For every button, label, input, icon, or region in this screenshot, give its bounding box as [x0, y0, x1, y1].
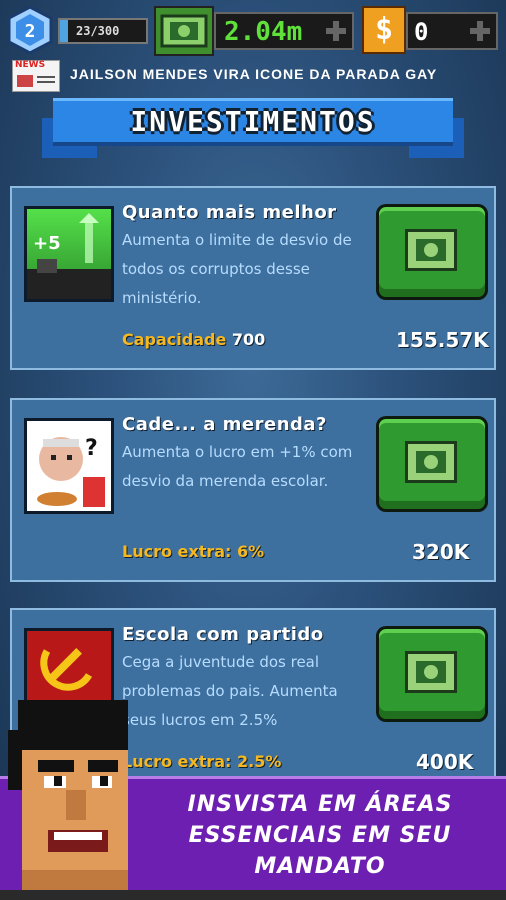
investment-card: ? Cade... a merenda? Aumenta o lucro em …: [10, 398, 496, 582]
investment-description: Cega a juventude dos real problemas do p…: [122, 653, 338, 729]
section-banner: INVESTIMENTOS: [53, 98, 453, 146]
level-badge-icon[interactable]: 2: [6, 6, 54, 54]
promo-text: INSVISTA EM ÁREAS ESSENCIAIS EM SEU MAND…: [150, 789, 490, 882]
investment-stat: Lucro extra: 2.5%: [122, 752, 281, 771]
level-number: 2: [25, 21, 36, 42]
investment-description: Aumenta o limite de desvio de todos os c…: [122, 231, 352, 307]
investment-thumbnail: ?: [24, 418, 114, 514]
cash-bundle-icon: [405, 441, 457, 483]
investment-price: 320K: [412, 540, 470, 564]
news-ticker: JAILSON MENDES VIRA ICONE DA PARADA GAY: [70, 66, 438, 82]
bottom-strip: [0, 890, 506, 900]
promo-line: MANDATO: [254, 854, 386, 879]
stat-label: Lucro extra:: [122, 752, 232, 771]
top-bar: 2 23/300 2.04m $ 0: [0, 0, 506, 60]
investment-title: Quanto mais melhor: [122, 202, 337, 223]
buy-button[interactable]: [376, 626, 488, 722]
news-label: NEWS: [15, 60, 46, 70]
stat-value: 700: [231, 330, 266, 349]
cash-bundle-icon: [405, 229, 457, 271]
character-face: [8, 700, 128, 890]
investment-description: Aumenta o lucro em +1% com desvio da mer…: [122, 443, 353, 490]
buy-button[interactable]: [376, 416, 488, 512]
stat-label: Capacidade: [122, 330, 227, 349]
investment-title: Cade... a merenda?: [122, 414, 327, 435]
coin-display: 0: [406, 12, 498, 50]
news-icon[interactable]: NEWS: [12, 60, 60, 92]
plus-icon[interactable]: [468, 19, 492, 43]
svg-text:?: ?: [85, 436, 98, 461]
investment-thumbnail: +5: [24, 206, 114, 302]
investment-title: Escola com partido: [122, 624, 324, 645]
xp-value: 23/300: [76, 24, 120, 38]
stat-label: Lucro extra:: [122, 542, 232, 561]
cash-value: 2.04m: [224, 17, 303, 47]
stat-value: 2.5%: [237, 752, 282, 771]
investment-card: +5 Quanto mais melhor Aumenta o limite d…: [10, 186, 496, 370]
buy-button[interactable]: [376, 204, 488, 300]
plus-icon[interactable]: [324, 19, 348, 43]
cash-icon: [154, 6, 214, 56]
coin-value: 0: [414, 18, 429, 46]
investment-price: 400K: [416, 750, 474, 774]
xp-fill: [60, 20, 68, 42]
promo-line: INSVISTA EM ÁREAS: [187, 792, 453, 817]
coin-icon: $: [362, 6, 406, 54]
thumb-bonus: +5: [33, 233, 61, 254]
investment-price: 155.57K: [396, 328, 489, 352]
investment-stat: Lucro extra: 6%: [122, 542, 264, 561]
cash-bundle-icon: [405, 651, 457, 693]
investment-stat: Capacidade 700: [122, 330, 265, 349]
xp-bar: 23/300: [58, 18, 148, 44]
cash-display: 2.04m: [214, 12, 354, 50]
promo-line: ESSENCIAIS EM SEU: [188, 823, 452, 848]
stat-value: 6%: [237, 542, 265, 561]
